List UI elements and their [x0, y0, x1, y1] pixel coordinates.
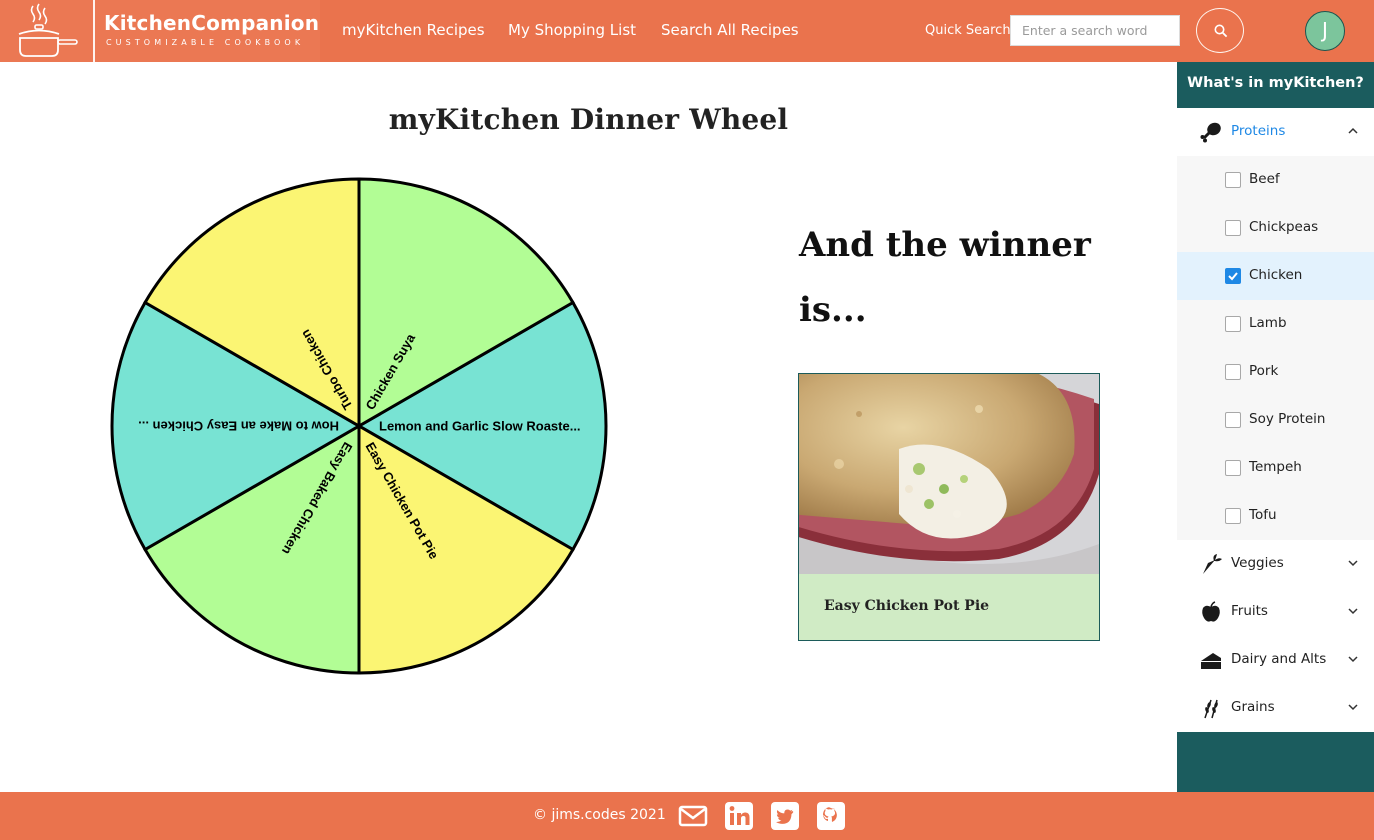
category-fruits[interactable]: Fruits: [1177, 588, 1374, 636]
wheel-segment-label: How to Make an Easy Chicken ...: [138, 419, 339, 434]
option-tempeh[interactable]: Tempeh: [1177, 444, 1374, 492]
category-label: Fruits: [1231, 603, 1268, 619]
checkbox-checked[interactable]: [1225, 268, 1241, 284]
linkedin-icon[interactable]: [724, 801, 754, 831]
user-avatar[interactable]: J: [1305, 11, 1345, 51]
dinner-wheel[interactable]: Lemon and Garlic Slow Roaste...Easy Chic…: [0, 0, 720, 720]
category-dairy-and-alts[interactable]: Dairy and Alts: [1177, 636, 1374, 684]
category-veggies[interactable]: Veggies: [1177, 540, 1374, 588]
category-label: Dairy and Alts: [1231, 651, 1327, 667]
option-label: Soy Protein: [1249, 411, 1326, 427]
checkbox[interactable]: [1225, 460, 1241, 476]
search-icon: [1214, 24, 1228, 38]
winner-recipe-name: Easy Chicken Pot Pie: [824, 598, 990, 614]
option-label: Tempeh: [1249, 459, 1302, 475]
category-label: Proteins: [1231, 123, 1286, 139]
drumstick-icon: [1200, 122, 1221, 143]
sidebar: What's in myKitchen? Proteins Beef Chick…: [1177, 62, 1374, 792]
quick-search-input[interactable]: [1010, 15, 1180, 46]
check-icon: [1228, 272, 1238, 281]
proteins-options: Beef Chickpeas Chicken Lamb Pork Soy Pro…: [1177, 156, 1374, 540]
category-proteins[interactable]: Proteins: [1177, 108, 1374, 156]
carrot-icon: [1203, 554, 1222, 574]
option-tofu[interactable]: Tofu: [1177, 492, 1374, 540]
mail-icon[interactable]: [678, 801, 708, 831]
option-label: Lamb: [1249, 315, 1287, 331]
sidebar-title: What's in myKitchen?: [1187, 75, 1364, 91]
quick-search-label: Quick Search: [925, 23, 1011, 38]
option-chickpeas[interactable]: Chickpeas: [1177, 204, 1374, 252]
category-grains[interactable]: Grains: [1177, 684, 1374, 732]
chevron-down-icon: [1348, 704, 1358, 711]
checkbox[interactable]: [1225, 316, 1241, 332]
option-label: Chicken: [1249, 267, 1303, 283]
chevron-down-icon: [1348, 560, 1358, 567]
option-label: Pork: [1249, 363, 1279, 379]
chevron-up-icon: [1348, 127, 1358, 134]
cheese-icon: [1201, 653, 1221, 669]
category-label: Grains: [1231, 699, 1275, 715]
option-label: Beef: [1249, 171, 1280, 187]
winner-recipe-card[interactable]: Easy Chicken Pot Pie: [798, 373, 1100, 641]
copyright-text: © jims.codes 2021: [533, 807, 666, 823]
option-chicken[interactable]: Chicken: [1177, 252, 1374, 300]
chevron-down-icon: [1348, 656, 1358, 663]
checkbox[interactable]: [1225, 412, 1241, 428]
footer: © jims.codes 2021: [0, 792, 1374, 840]
chevron-down-icon: [1348, 608, 1358, 615]
wheat-icon: [1204, 699, 1218, 719]
option-lamb[interactable]: Lamb: [1177, 300, 1374, 348]
recipe-image: [799, 374, 1099, 574]
checkbox[interactable]: [1225, 172, 1241, 188]
wheel-segment-label: Lemon and Garlic Slow Roaste...: [379, 419, 581, 434]
twitter-icon[interactable]: [770, 801, 800, 831]
checkbox[interactable]: [1225, 364, 1241, 380]
option-label: Tofu: [1249, 507, 1277, 523]
ingredient-category-list: Proteins Beef Chickpeas Chicken Lamb Por…: [1177, 108, 1374, 732]
github-icon[interactable]: [816, 801, 846, 831]
option-beef[interactable]: Beef: [1177, 156, 1374, 204]
option-label: Chickpeas: [1249, 219, 1319, 235]
search-button[interactable]: [1196, 8, 1244, 53]
apple-icon: [1202, 601, 1220, 622]
winner-heading: And the winner is...: [799, 225, 1091, 330]
option-soy-protein[interactable]: Soy Protein: [1177, 396, 1374, 444]
category-label: Veggies: [1231, 555, 1284, 571]
checkbox[interactable]: [1225, 220, 1241, 236]
checkbox[interactable]: [1225, 508, 1241, 524]
option-pork[interactable]: Pork: [1177, 348, 1374, 396]
